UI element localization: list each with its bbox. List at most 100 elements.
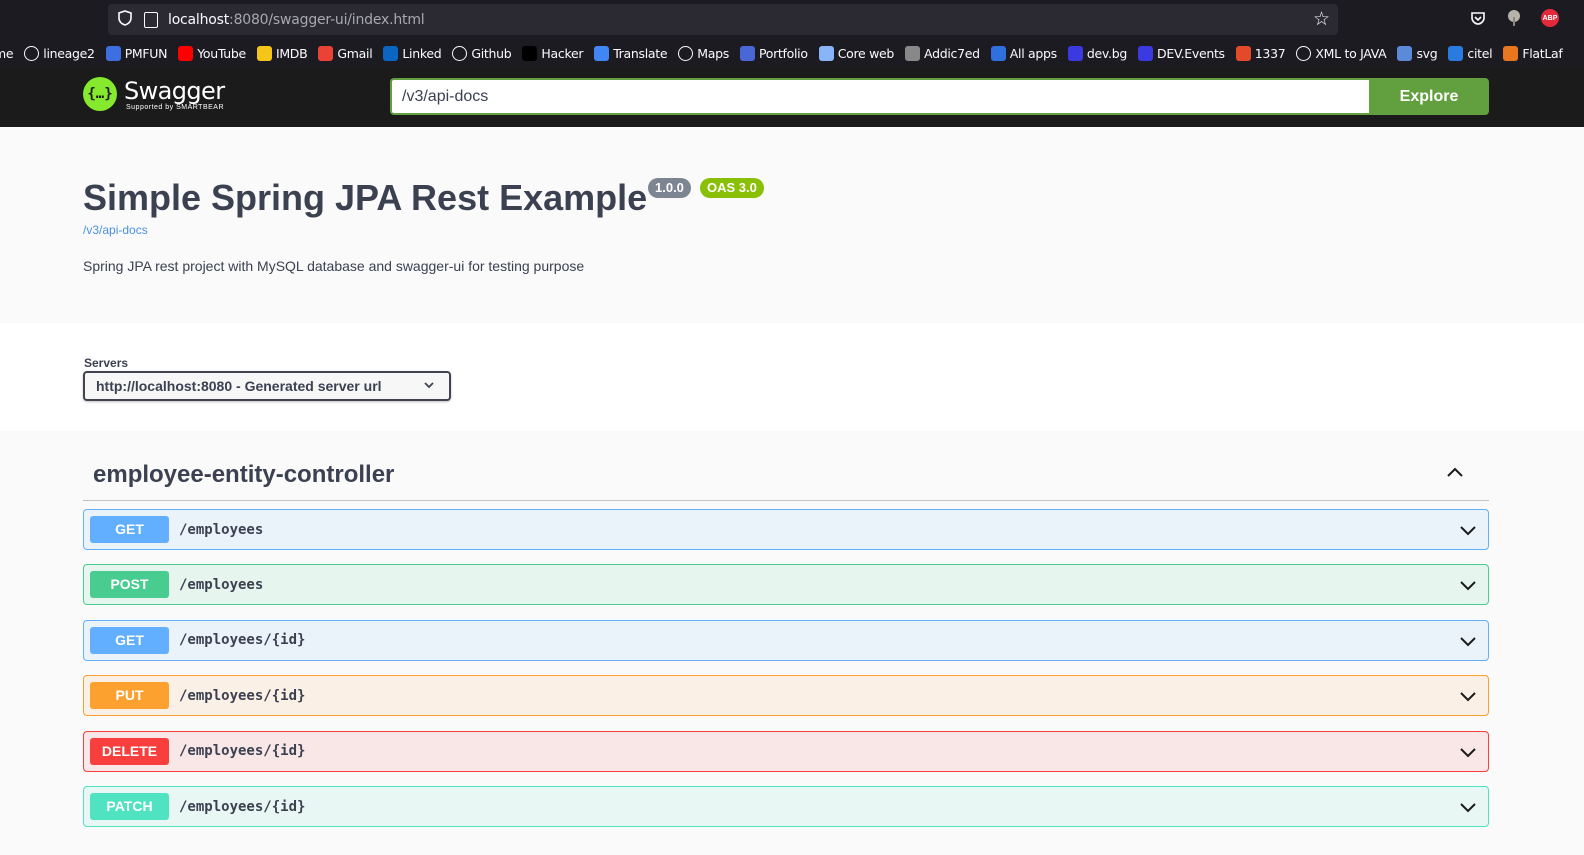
- bookmark-label: FlatLaf: [1522, 46, 1563, 61]
- operation-post[interactable]: POST/employees: [83, 564, 1489, 606]
- bookmark-label: Linked: [402, 46, 442, 61]
- operation-path: /employees/{id}: [179, 743, 306, 760]
- bookmark-item[interactable]: me: [0, 46, 14, 61]
- pocket-icon[interactable]: [1468, 8, 1488, 28]
- bookmark-label: XML to JAVA: [1315, 46, 1387, 61]
- operation-path: /employees: [179, 576, 264, 593]
- addic7ed-icon: [905, 46, 921, 61]
- operation-delete[interactable]: DELETE/employees/{id}: [83, 730, 1489, 772]
- chevron-down-icon[interactable]: [1458, 520, 1478, 540]
- operation-patch[interactable]: PATCH/employees/{id}: [83, 786, 1489, 827]
- method-badge: GET: [90, 626, 169, 654]
- method-badge: PATCH: [90, 793, 169, 820]
- spec-url-input[interactable]: /v3/api-docs: [390, 78, 1370, 115]
- bookmark-star-icon[interactable]: ☆: [1313, 8, 1330, 31]
- operation-get[interactable]: GET/employees/{id}: [83, 619, 1489, 661]
- chevron-down-icon: [423, 373, 435, 408]
- bookmark-item[interactable]: Maps: [678, 46, 729, 61]
- bookmark-item[interactable]: IMDB: [256, 46, 308, 61]
- bookmark-label: PMFUN: [124, 46, 168, 61]
- bookmark-item[interactable]: FlatLaf: [1503, 46, 1563, 61]
- bookmark-label: YouTube: [197, 46, 246, 61]
- chevron-down-icon[interactable]: [1458, 742, 1478, 762]
- coreweb-icon: [818, 46, 834, 61]
- bookmark-item[interactable]: Core web: [818, 46, 894, 61]
- bookmark-item[interactable]: Github: [452, 46, 512, 61]
- page-title: Simple Spring JPA Rest Example: [83, 177, 648, 218]
- bookmark-item[interactable]: lineage2: [24, 46, 95, 61]
- servers-section: Servers http://localhost:8080 - Generate…: [0, 323, 1584, 431]
- bookmark-label: svg: [1416, 46, 1438, 61]
- github-icon: [452, 46, 468, 61]
- servers-selected-value: http://localhost:8080 - Generated server…: [96, 378, 382, 394]
- tag-header[interactable]: employee-entity-controller: [83, 457, 1489, 501]
- bookmark-label: me: [0, 46, 14, 61]
- servers-select[interactable]: http://localhost:8080 - Generated server…: [83, 371, 451, 401]
- citel-icon: [1448, 46, 1464, 61]
- bookmark-item[interactable]: Addic7ed: [905, 46, 980, 61]
- swagger-logo-icon: {…}: [83, 77, 117, 111]
- spec-link[interactable]: /v3/api-docs: [83, 223, 148, 237]
- bookmarks-bar: me lineage2 PMFUN YouTube IMDB Gmail Linked Git…: [0, 40, 1584, 67]
- bookmark-item[interactable]: svg: [1397, 46, 1438, 61]
- chevron-down-icon[interactable]: [1458, 797, 1478, 817]
- bookmark-item[interactable]: citel: [1448, 46, 1493, 61]
- bookmark-label: Translate: [613, 46, 668, 61]
- bookmark-item[interactable]: dev.bg: [1067, 46, 1127, 61]
- bookmark-label: citel: [1467, 46, 1493, 61]
- 1337-icon: [1235, 46, 1251, 61]
- bookmark-item[interactable]: PMFUN: [105, 46, 168, 61]
- bookmark-label: 1337: [1254, 46, 1286, 61]
- bookmark-item[interactable]: Portfolio: [739, 46, 808, 61]
- method-badge: POST: [90, 571, 169, 599]
- bookmark-label: lineage2: [43, 46, 95, 61]
- bookmark-label: Addic7ed: [924, 46, 980, 61]
- version-badge: 1.0.0: [648, 178, 691, 198]
- operation-path: /employees/{id}: [179, 687, 306, 704]
- swagger-logo[interactable]: {…} Swagger Supported by SMARTBEAR: [83, 77, 225, 111]
- adblock-plus-icon[interactable]: ABP: [1540, 8, 1560, 28]
- bookmark-item[interactable]: YouTube: [178, 46, 246, 61]
- linkedin-icon: [383, 46, 399, 61]
- logo-sub: Supported by SMARTBEAR: [126, 103, 225, 111]
- bookmark-item[interactable]: 1337: [1235, 46, 1286, 61]
- bookmark-label: Github: [471, 46, 512, 61]
- bookmark-label: Hacker: [541, 46, 584, 61]
- devevents-icon: [1138, 46, 1154, 61]
- flatlaf-icon: [1503, 46, 1519, 61]
- allapps-icon: [990, 46, 1006, 61]
- shield-icon[interactable]: [116, 9, 134, 30]
- bookmark-item[interactable]: Hacker: [522, 46, 583, 61]
- operation-get[interactable]: GET/employees: [83, 509, 1489, 550]
- swagger-topbar: {…} Swagger Supported by SMARTBEAR /v3/a…: [0, 67, 1584, 127]
- xmljava-icon: [1296, 46, 1312, 61]
- bookmark-label: Gmail: [337, 46, 373, 61]
- operation-put[interactable]: PUT/employees/{id}: [83, 675, 1489, 717]
- address-bar[interactable]: localhost:8080/swagger-ui/index.html ☆: [108, 4, 1338, 35]
- url-host: localhost: [168, 11, 230, 28]
- bookmark-item[interactable]: All apps: [990, 46, 1057, 61]
- bookmark-item[interactable]: Translate: [594, 46, 668, 61]
- method-badge: GET: [90, 516, 169, 543]
- tag-name: employee-entity-controller: [93, 461, 395, 488]
- chevron-down-icon[interactable]: [1458, 575, 1478, 595]
- explore-button[interactable]: Explore: [1369, 78, 1489, 115]
- chevron-up-icon[interactable]: [1445, 463, 1465, 483]
- bookmark-item[interactable]: Gmail: [318, 46, 373, 61]
- hacker-icon: [522, 46, 538, 61]
- bookmark-label: DEV.Events: [1157, 46, 1225, 61]
- chevron-down-icon[interactable]: [1458, 686, 1478, 706]
- bookmark-item[interactable]: Linked: [383, 46, 442, 61]
- chevron-down-icon[interactable]: [1458, 631, 1478, 651]
- bookmark-item[interactable]: DEV.Events: [1138, 46, 1225, 61]
- bookmark-item[interactable]: XML to JAVA: [1296, 46, 1387, 61]
- method-badge: PUT: [90, 682, 169, 710]
- gmail-icon: [318, 46, 334, 61]
- bookmark-label: Maps: [697, 46, 729, 61]
- pmfun-icon: [105, 46, 121, 61]
- servers-label: Servers: [84, 356, 129, 370]
- svg-icon: [1397, 46, 1413, 61]
- url-text[interactable]: localhost:8080/swagger-ui/index.html: [168, 11, 425, 28]
- extension-avatar-icon[interactable]: [1504, 8, 1524, 28]
- translate-icon: [594, 46, 610, 61]
